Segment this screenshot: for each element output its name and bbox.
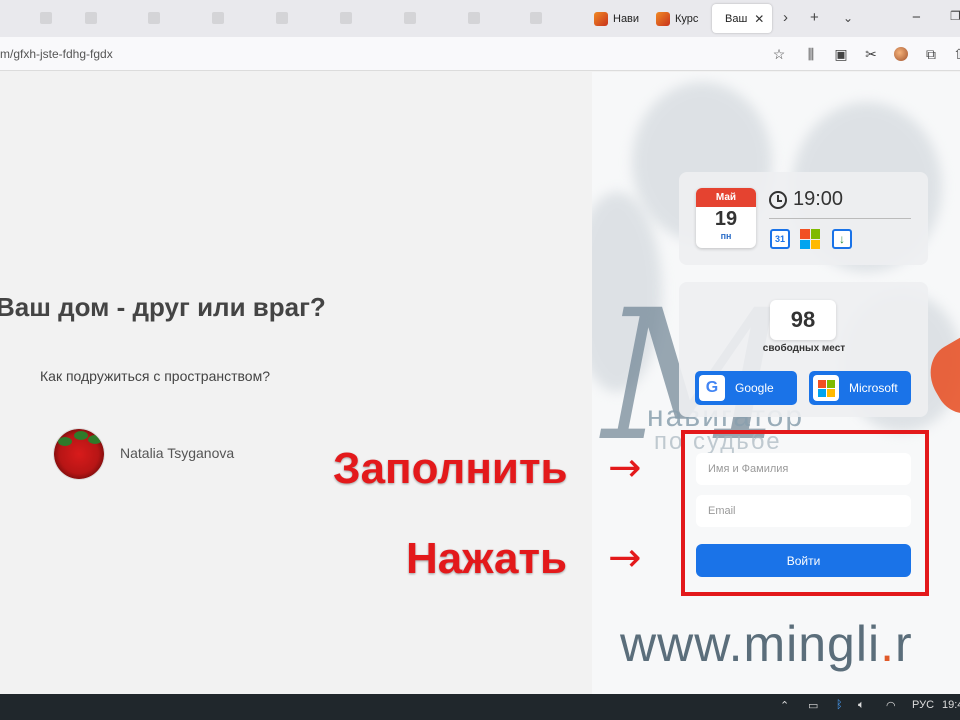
divider — [769, 218, 911, 219]
google-icon: G — [699, 375, 725, 401]
extensions-icon[interactable]: ⧉ — [922, 45, 940, 63]
background-tab[interactable] — [530, 9, 584, 27]
tab-navigator[interactable]: Нави — [586, 4, 647, 33]
wifi-icon[interactable]: ◠ — [886, 699, 896, 712]
browser-nav-bar: m/gfxh-jste-fdhg-fgdx ☆ ⫼ ▣ ✂ ⧉ ⇧ — [0, 37, 960, 71]
volume-icon[interactable]: 🔈︎ — [858, 699, 865, 712]
arrow-right-icon: → — [608, 535, 642, 581]
background-tab[interactable] — [148, 9, 202, 27]
library-icon[interactable]: ⫼ — [802, 45, 820, 63]
annotation-fill: Заполнить — [333, 444, 568, 493]
author-avatar[interactable] — [53, 428, 105, 480]
profile-icon[interactable] — [892, 45, 910, 63]
arrow-right-icon: → — [608, 445, 642, 491]
background-tab[interactable] — [85, 9, 139, 27]
leaf-decoration — [88, 435, 102, 444]
highlight-frame — [681, 430, 929, 596]
event-time: 19:00 — [769, 188, 843, 211]
calendar-tile: Май 19 пн — [696, 188, 756, 248]
browser-tab-bar: Нави Курс Ваш ✕ › + ⌄ − ❐ — [0, 0, 960, 37]
leaf-decoration — [74, 431, 88, 440]
author-name[interactable]: Natalia Tsyganova — [120, 445, 234, 461]
screenshot-icon[interactable]: ▣ — [832, 45, 850, 63]
minimize-icon[interactable]: − — [912, 9, 921, 26]
new-tab-plus-icon[interactable]: + — [810, 9, 819, 26]
article-area: Ваш дом - друг или враг? Как подружиться… — [0, 72, 592, 694]
background-tab[interactable] — [212, 9, 266, 27]
background-tab[interactable] — [276, 9, 330, 27]
keyboard-language[interactable]: РУС — [912, 699, 934, 711]
os-taskbar: ⌃ ▭ ᛒ 🔈︎ ◠ РУС 19:4 — [0, 694, 960, 720]
tab-active[interactable]: Ваш ✕ — [712, 4, 772, 33]
share-icon[interactable]: ⇧ — [950, 45, 960, 63]
orange-logo-icon — [656, 11, 670, 26]
background-tab[interactable] — [468, 9, 522, 27]
url-bar[interactable]: m/gfxh-jste-fdhg-fgdx — [0, 47, 113, 61]
annotation-click: Нажать — [406, 534, 568, 583]
background-tab[interactable] — [404, 9, 458, 27]
bluetooth-icon[interactable]: ᛒ — [836, 699, 843, 711]
microsoft-icon[interactable] — [800, 229, 820, 249]
microsoft-icon — [813, 375, 839, 401]
google-login-button[interactable]: G Google — [695, 371, 797, 405]
page-subtitle: Как подружиться с пространством? — [40, 368, 270, 384]
close-tab-icon[interactable]: ✕ — [754, 12, 764, 26]
ical-download-icon[interactable]: ↓ — [832, 229, 852, 249]
background-tab[interactable] — [340, 9, 394, 27]
microsoft-login-button[interactable]: Microsoft — [809, 371, 911, 405]
clock-icon — [769, 190, 787, 209]
orange-logo-icon — [594, 11, 608, 26]
tray-chevron-up-icon[interactable]: ⌃ — [780, 699, 789, 712]
battery-icon[interactable]: ▭ — [808, 699, 818, 712]
restore-icon[interactable]: ❐ — [950, 9, 960, 23]
star-icon[interactable]: ☆ — [770, 45, 788, 63]
page-title: Ваш дом - друг или враг? — [0, 292, 326, 322]
tab-list-chevron-down-icon[interactable]: ⌄ — [843, 11, 853, 25]
google-calendar-icon[interactable]: 31 — [770, 229, 790, 249]
seats-count: 98 — [770, 300, 836, 340]
tab-course[interactable]: Курс — [648, 4, 706, 33]
site-watermark: www.mingli.r — [620, 616, 913, 672]
chevron-right-icon[interactable]: › — [783, 9, 788, 26]
seats-label: свободных мест — [762, 343, 846, 354]
leaf-decoration — [58, 437, 72, 446]
taskbar-clock[interactable]: 19:4 — [942, 699, 960, 711]
extension-tool-icon[interactable]: ✂ — [862, 45, 880, 63]
